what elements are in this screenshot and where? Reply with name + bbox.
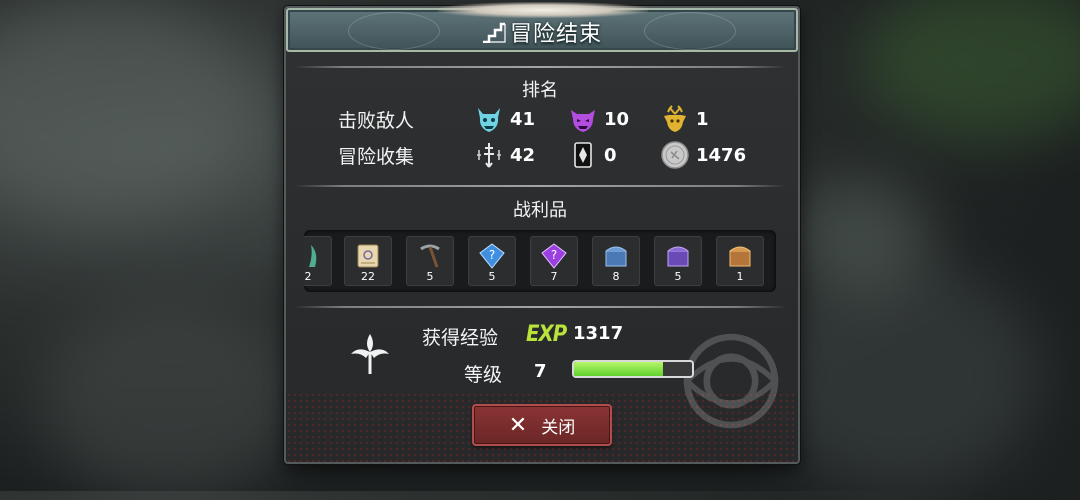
stat-relic: 42 bbox=[474, 140, 535, 170]
relic-rune-icon bbox=[477, 143, 501, 168]
divider bbox=[294, 183, 786, 189]
exp-value: 1317 bbox=[573, 323, 624, 344]
stat-gold-boss: 1 bbox=[660, 104, 709, 134]
loot-item[interactable]: 5 bbox=[406, 236, 454, 286]
dialog-title: 冒险结束 bbox=[509, 22, 602, 47]
stat-purple-demon: 10 bbox=[568, 104, 629, 134]
ranking-heading: 排名 bbox=[522, 80, 558, 101]
silver-coin-icon bbox=[661, 141, 689, 169]
crystal-card-icon bbox=[574, 142, 592, 168]
loot-list[interactable]: 2 22 5 ? 5 ? 7 8 5 1 bbox=[304, 230, 776, 292]
svg-text:?: ? bbox=[551, 248, 557, 262]
purple-chest-icon bbox=[667, 246, 689, 267]
stat-blue-demon: 41 bbox=[474, 104, 535, 134]
loot-item[interactable]: 5 bbox=[654, 236, 702, 286]
close-button[interactable]: ✕ 关闭 bbox=[472, 404, 612, 446]
loot-item[interactable]: 1 bbox=[716, 236, 764, 286]
stat-crystal-card: 0 bbox=[568, 140, 617, 170]
divider bbox=[294, 304, 786, 310]
decorative-knot-emblem bbox=[683, 333, 779, 429]
blue-chest-icon bbox=[605, 246, 627, 267]
level-label: 等级 bbox=[464, 364, 503, 386]
blue-demon-icon bbox=[478, 108, 500, 132]
loot-item[interactable]: ? 7 bbox=[530, 236, 578, 286]
level-value: 7 bbox=[534, 361, 547, 382]
stairs-icon bbox=[482, 22, 506, 43]
defeated-enemies-label: 击败敌人 bbox=[338, 110, 415, 132]
level-progress-fill bbox=[574, 362, 663, 376]
gold-antler-boss-icon bbox=[664, 105, 686, 132]
divider bbox=[294, 64, 786, 70]
adventure-result-dialog: 冒险结束 排名 击败敌人 41 10 1 冒险收集 42 0 1476 战利品 … bbox=[284, 2, 800, 464]
loot-item[interactable]: 8 bbox=[592, 236, 640, 286]
dialog-header: 冒险结束 bbox=[286, 2, 798, 52]
stat-silver-coin: 1476 bbox=[660, 140, 746, 170]
scroll-map-icon bbox=[357, 244, 379, 268]
green-shard-icon bbox=[309, 245, 317, 267]
svg-text:?: ? bbox=[489, 248, 495, 262]
purple-mystery-gem-icon: ? bbox=[541, 243, 567, 269]
gold-chest-icon bbox=[729, 246, 751, 267]
loot-item[interactable]: 2 bbox=[304, 236, 332, 286]
emblem-icon bbox=[351, 334, 389, 374]
purple-demon-icon bbox=[571, 110, 595, 132]
adventure-collect-label: 冒险收集 bbox=[338, 146, 415, 168]
pickaxe-icon bbox=[420, 244, 440, 268]
blue-mystery-gem-icon: ? bbox=[479, 243, 505, 269]
loot-heading: 战利品 bbox=[513, 200, 567, 221]
exp-badge: EXP bbox=[526, 322, 567, 347]
level-progress-bar bbox=[572, 360, 694, 378]
loot-item[interactable]: 22 bbox=[344, 236, 392, 286]
close-button-label: 关闭 bbox=[541, 417, 576, 438]
close-icon: ✕ bbox=[508, 412, 528, 438]
exp-gained-label: 获得经验 bbox=[422, 327, 499, 349]
loot-item[interactable]: ? 5 bbox=[468, 236, 516, 286]
